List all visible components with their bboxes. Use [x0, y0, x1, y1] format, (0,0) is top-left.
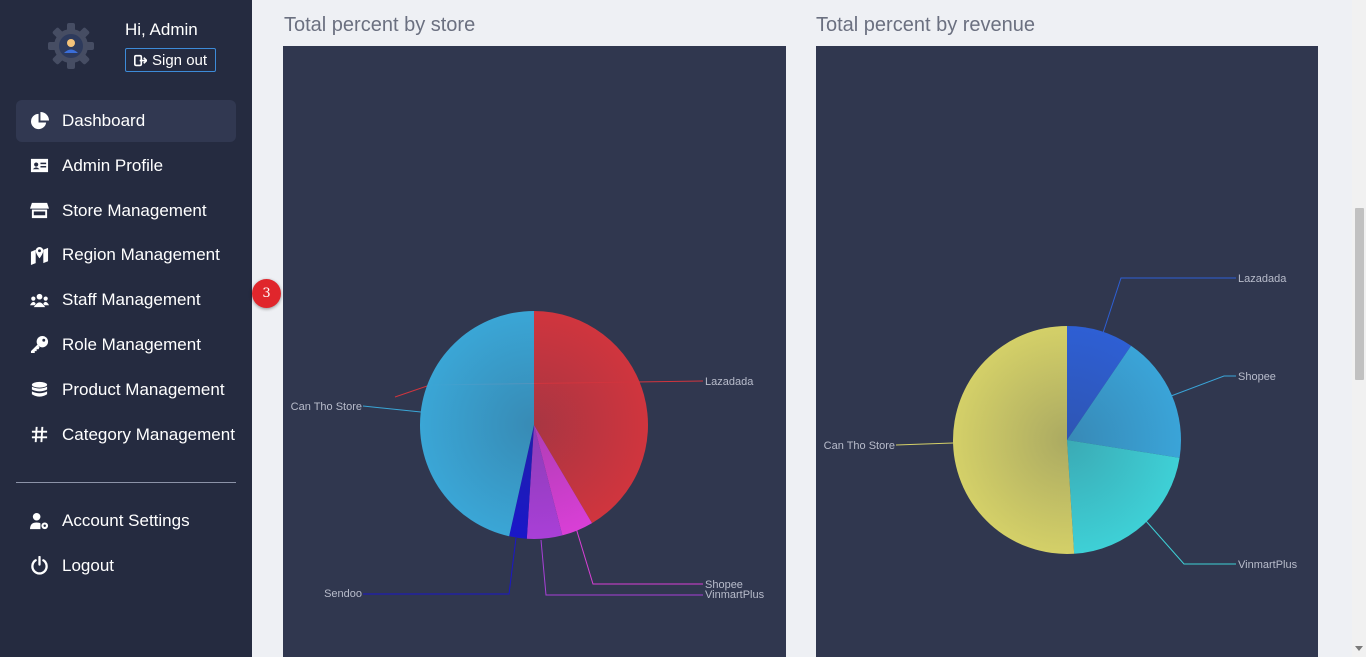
nav-divider [16, 482, 236, 483]
label-line-sendoo [363, 537, 517, 595]
slice-label-sendoo: Sendoo [324, 588, 362, 600]
page-scrollbar[interactable] [1352, 0, 1366, 657]
slice-label-lazadada: Lazadada [705, 376, 754, 388]
key-icon [16, 335, 62, 354]
store-chart-panel: Lazadada Shopee VinmartPlus Sendoo Can Tho S… [283, 46, 786, 657]
notification-badge[interactable]: 3 [252, 279, 281, 308]
nav-label: Role Management [62, 334, 201, 354]
sign-out-label: Sign out [152, 51, 208, 69]
users-icon [16, 291, 62, 310]
scroll-down-arrow[interactable] [1355, 646, 1363, 651]
slice-label-shopee: Shopee [1238, 371, 1276, 383]
slice-label-vinmartplus: VinmartPlus [1238, 559, 1298, 571]
scrollbar-thumb[interactable] [1355, 208, 1364, 380]
slice-label-can-tho-store: Can Tho Store [291, 401, 362, 413]
hashtag-icon [16, 425, 62, 444]
nav-item-store-management[interactable]: Store Management [16, 190, 236, 232]
nav-item-dashboard[interactable]: Dashboard [16, 100, 236, 142]
nav-label: Region Management [62, 245, 220, 265]
map-marker-icon [16, 246, 62, 265]
pie-chart-icon [16, 111, 62, 131]
slice-label-lazadada: Lazadada [1238, 273, 1287, 285]
nav-label: Product Management [62, 379, 225, 399]
pie-slice-can-tho-store[interactable] [953, 326, 1075, 554]
nav-label: Account Settings [62, 511, 190, 530]
sign-out-icon [134, 54, 147, 66]
nav-item-role-management[interactable]: Role Management [16, 324, 236, 366]
sidebar: Hi, Admin Sign out Dashboard Admin Profi… [0, 0, 252, 657]
nav-item-logout[interactable]: Logout [16, 545, 236, 587]
id-card-icon [16, 156, 62, 175]
nav-item-region-management[interactable]: Region Management [16, 234, 236, 276]
label-line-vinmartplus [540, 539, 703, 596]
slice-label-can-tho-store: Can Tho Store [824, 440, 895, 452]
nav-item-admin-profile[interactable]: Admin Profile [16, 145, 236, 187]
power-icon [16, 556, 62, 575]
pie-slice-vinmartplus[interactable] [1067, 440, 1180, 554]
store-pie-chart: LazadadaShopeeVinmartPlusSendooCan Tho S… [291, 311, 765, 601]
store-chart-title: Total percent by store [284, 14, 476, 36]
nav-item-category-management[interactable]: Category Management [16, 414, 236, 456]
label-line-can-tho-store [362, 405, 422, 413]
user-gear-icon [16, 512, 62, 531]
label-line-vinmartplus [1145, 520, 1236, 565]
avatar [48, 23, 94, 69]
account-nav: Account Settings Logout [16, 500, 236, 590]
label-line-can-tho-store [895, 442, 954, 446]
nav-label: Category Management [62, 424, 235, 444]
profile-section: Hi, Admin Sign out [0, 0, 252, 90]
nav-label: Store Management [62, 200, 207, 220]
nav-item-staff-management[interactable]: Staff Management [16, 279, 236, 321]
nav-label: Dashboard [62, 111, 146, 130]
database-icon [16, 380, 62, 399]
nav-item-account-settings[interactable]: Account Settings [16, 500, 236, 542]
revenue-chart-panel: Lazadada Shopee VinmartPlus Can Tho Store [816, 46, 1318, 657]
label-line-shopee [1170, 375, 1236, 397]
nav-label: Staff Management [62, 290, 201, 310]
nav-item-product-management[interactable]: Product Management [16, 369, 236, 411]
nav-label: Admin Profile [62, 155, 164, 175]
sign-out-button[interactable]: Sign out [125, 48, 217, 72]
nav-label: Logout [62, 555, 114, 575]
slice-label-vinmartplus: VinmartPlus [705, 589, 765, 601]
label-line-shopee [575, 527, 703, 585]
main-nav: Dashboard Admin Profile Store Management… [16, 100, 236, 458]
greeting-text: Hi, Admin [125, 20, 198, 39]
revenue-chart-title: Total percent by revenue [816, 14, 1036, 36]
label-line-lazadada [1102, 277, 1236, 334]
revenue-pie-chart: Lazadada Shopee VinmartPlus Can Tho Store [824, 273, 1298, 571]
store-icon [16, 201, 62, 220]
